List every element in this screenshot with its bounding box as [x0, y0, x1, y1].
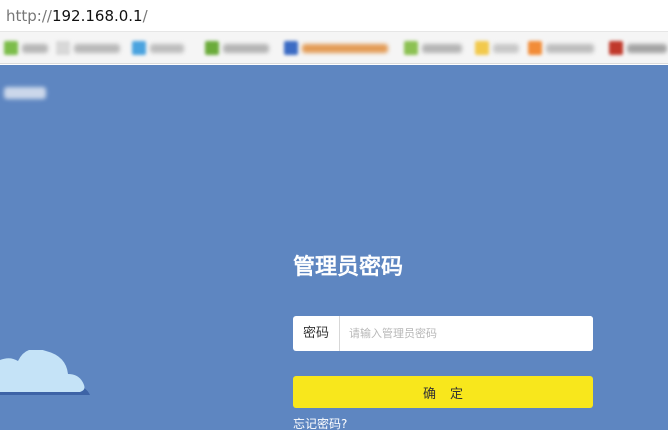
cloud-illustration — [0, 350, 90, 395]
url-text[interactable]: http://192.168.0.1/ — [6, 6, 148, 26]
bookmark-icon — [4, 41, 18, 55]
forgot-password-link[interactable]: 忘记密码? — [293, 416, 347, 430]
bookmark-label-blurred — [546, 44, 594, 53]
bookmark-item[interactable] — [609, 41, 668, 55]
address-bar[interactable]: http://192.168.0.1/ — [0, 0, 668, 32]
bookmark-item[interactable] — [56, 41, 122, 55]
url-scheme: http:// — [6, 7, 52, 25]
bookmark-icon — [475, 41, 489, 55]
bookmark-label-blurred — [22, 44, 48, 53]
bookmark-item[interactable] — [475, 41, 521, 55]
bookmark-icon — [609, 41, 623, 55]
bookmark-label-blurred — [74, 44, 120, 53]
bookmark-label-blurred — [422, 44, 462, 53]
login-title: 管理员密码 — [293, 255, 404, 280]
password-input[interactable] — [340, 316, 593, 351]
bookmark-icon — [528, 41, 542, 55]
bookmark-icon — [56, 41, 70, 55]
bookmark-item[interactable] — [284, 41, 392, 55]
bookmark-icon — [205, 41, 219, 55]
bookmark-item[interactable] — [528, 41, 596, 55]
bookmark-label-blurred — [493, 44, 519, 53]
confirm-button[interactable]: 确定 — [293, 376, 593, 408]
bookmark-label-blurred — [302, 44, 388, 53]
bookmark-item[interactable] — [205, 41, 271, 55]
brand-logo-blurred — [4, 87, 46, 99]
url-path: / — [142, 7, 148, 25]
bookmark-item[interactable] — [404, 41, 464, 55]
password-label: 密码 — [293, 316, 340, 351]
bookmark-item[interactable] — [132, 41, 188, 55]
bookmarks-bar — [0, 32, 668, 64]
bookmark-item[interactable] — [4, 41, 50, 55]
bookmark-label-blurred — [150, 44, 184, 53]
password-field: 密码 — [293, 316, 593, 351]
bookmark-icon — [132, 41, 146, 55]
bookmark-label-blurred — [627, 44, 667, 53]
url-host: 192.168.0.1 — [51, 7, 143, 25]
bookmark-icon — [404, 41, 418, 55]
cloud-body — [0, 350, 85, 392]
router-login-page: 管理员密码 密码 确定 忘记密码? — [0, 65, 668, 430]
bookmark-icon — [284, 41, 298, 55]
bookmark-label-blurred — [223, 44, 269, 53]
